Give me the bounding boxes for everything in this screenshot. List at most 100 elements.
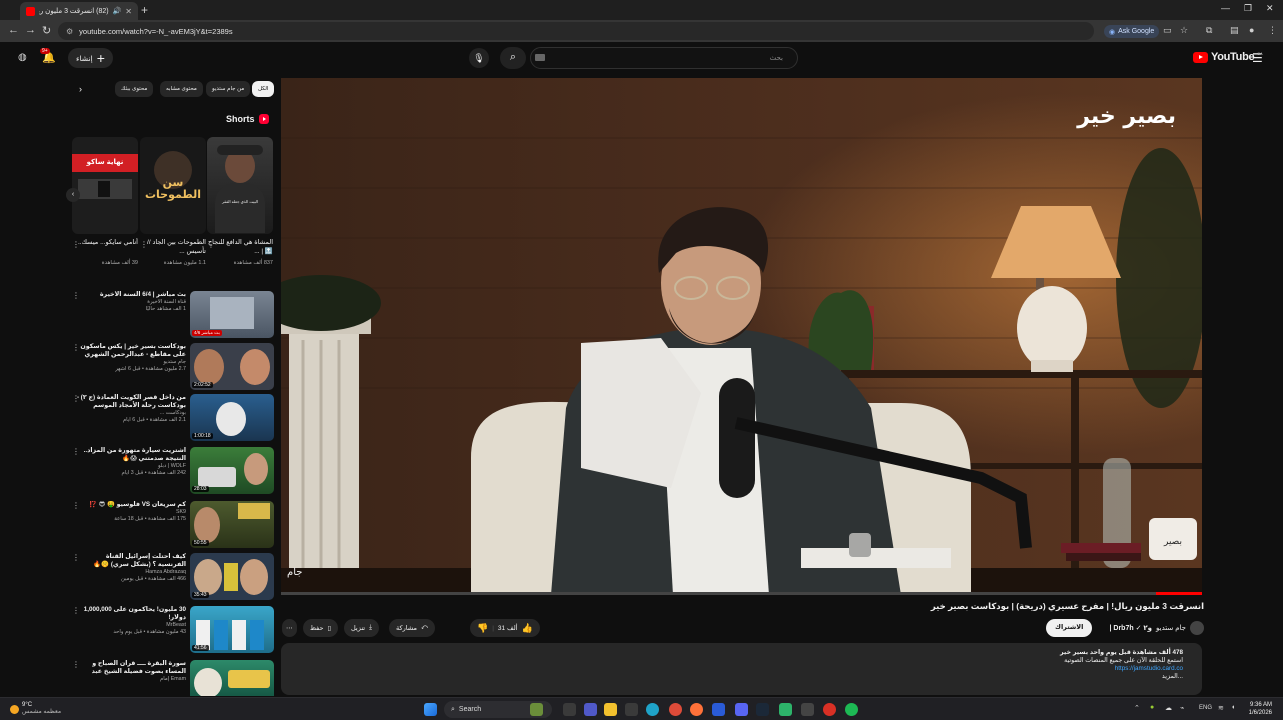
chrome-alt-icon[interactable] <box>823 703 836 716</box>
tab-close-icon[interactable]: ✕ <box>125 7 132 16</box>
site-info-icon[interactable]: ⚙ <box>66 27 73 36</box>
reload-icon[interactable]: ↻ <box>42 24 51 37</box>
recommendation-thumbnail[interactable] <box>190 660 274 696</box>
windows-start-icon[interactable] <box>424 703 437 716</box>
like-count[interactable]: 31 ألف <box>498 624 518 632</box>
forward-icon[interactable]: → <box>25 24 36 36</box>
chip-from-channel[interactable]: من جام ستديو <box>206 81 251 97</box>
tray-chevron-icon[interactable]: ⌃ <box>1134 704 1140 712</box>
store-icon[interactable] <box>625 703 638 716</box>
app-green-icon[interactable] <box>779 703 792 716</box>
channel-name[interactable]: جام ستديو <box>1156 624 1186 632</box>
short-thumbnail[interactable]: سن الطموحات <box>140 137 206 234</box>
new-tab-button[interactable]: + <box>141 3 148 17</box>
edge-icon[interactable] <box>646 703 659 716</box>
recommendation-menu-icon[interactable]: ⋮ <box>72 501 80 510</box>
recommendation-thumbnail[interactable]: 1:00:18 <box>190 394 274 441</box>
steam-icon[interactable] <box>756 703 769 716</box>
taskbar-clock[interactable]: 9:36 AM 1/6/2026 <box>1244 701 1272 717</box>
recommendation-thumbnail[interactable]: 2:02:52 <box>190 343 274 390</box>
wifi-icon[interactable]: ≋ <box>1218 704 1224 712</box>
voice-search-button[interactable]: 🎙 <box>469 48 489 68</box>
share-button[interactable]: مشاركة ⤺ <box>389 619 435 637</box>
recommendation-item[interactable]: 2:02:52 بودكاست بسير خير | يكس ماسكون عل… <box>70 343 274 393</box>
firefox-icon[interactable] <box>690 703 703 716</box>
discord-icon[interactable] <box>735 703 748 716</box>
chip-similar[interactable]: محتوى مشابه <box>160 81 203 97</box>
recommendation-item[interactable]: 35:43 كيف احتلت إسرائيل القناة الفرنسية … <box>70 553 274 603</box>
video-progress-bar[interactable] <box>281 592 1202 595</box>
profile-avatar[interactable]: ● <box>1249 25 1254 35</box>
recommendation-thumbnail[interactable]: 41:56 <box>190 606 274 653</box>
recommendation-menu-icon[interactable]: ⋮ <box>72 291 80 300</box>
spotify-icon[interactable] <box>845 703 858 716</box>
file-explorer-icon[interactable] <box>604 703 617 716</box>
create-button[interactable]: إنشاء + <box>68 48 113 68</box>
address-bar[interactable]: ⚙ youtube.com/watch?v=-N_-avEM3jY&t=2389… <box>58 22 1094 40</box>
recommendation-thumbnail[interactable]: 28:03 <box>190 447 274 494</box>
recommendation-item[interactable]: 50:55 كم سريعان VS فلوسيو 🤑 😎 ⁉️ SK9 175… <box>70 501 274 551</box>
recommendation-menu-icon[interactable]: ⋮ <box>72 606 80 615</box>
save-button[interactable]: حفظ ▯ <box>303 619 339 637</box>
short-menu-icon[interactable]: ⋮ <box>207 240 215 249</box>
task-view-icon[interactable] <box>563 703 576 716</box>
keyboard-icon[interactable] <box>535 54 545 61</box>
back-icon[interactable]: ← <box>8 24 19 36</box>
download-button[interactable]: تنزيل ⤓ <box>344 619 379 637</box>
short-menu-icon[interactable]: ⋮ <box>72 240 80 249</box>
recommendation-menu-icon[interactable]: ⋮ <box>72 447 80 456</box>
short-menu-icon[interactable]: ⋮ <box>140 240 148 249</box>
short-item[interactable]: نهاية ساكو أنامي سايكو... ميسك.. 39 ألف … <box>72 137 138 266</box>
maximize-icon[interactable]: ❐ <box>1244 3 1252 14</box>
recommendation-menu-icon[interactable]: ⋮ <box>72 343 80 352</box>
short-thumbnail[interactable]: البيت الذي جعله الفقر <box>207 137 273 234</box>
recommendation-item[interactable]: 1:00:18 من داخل قصر الكويت العمادة (ج ٢)… <box>70 394 274 444</box>
search-button[interactable]: ⌕ <box>500 47 526 69</box>
video-player[interactable]: بصير جام بصير خير <box>281 78 1202 595</box>
short-item[interactable]: سن الطموحات الطموحات بين الجاد // تأسيس … <box>140 137 206 266</box>
language-indicator[interactable]: ENG <box>1199 705 1212 711</box>
settings-gear-icon[interactable] <box>801 703 814 716</box>
dislike-icon[interactable]: 👎 <box>477 623 488 634</box>
cast-icon[interactable]: ▭ <box>1163 25 1172 36</box>
description-link[interactable]: https://jamstudio.card.co <box>281 665 1183 673</box>
recommendation-item[interactable]: 41:56 30 مليون! يحاكمون على 1,000,000 دو… <box>70 606 274 656</box>
join-button[interactable]: الاشتراك <box>1046 619 1093 637</box>
tab-audio-icon[interactable]: 🔊 <box>113 7 122 15</box>
vpn-icon[interactable] <box>712 703 725 716</box>
volume-icon[interactable]: ◖ <box>1231 704 1235 711</box>
short-thumbnail[interactable]: نهاية ساكو <box>72 137 138 234</box>
like-icon[interactable]: 👍 <box>521 623 532 634</box>
chip-for-you[interactable]: محتوى ببثك <box>115 81 154 97</box>
more-actions-button[interactable]: ⋯ <box>282 619 297 637</box>
recommendation-item[interactable]: بث مباشر 4/6 بث مباشر | 6/4 السنة الأخير… <box>70 291 274 341</box>
bookmark-star-icon[interactable]: ☆ <box>1180 25 1188 36</box>
video-description[interactable]: 478 ألف مشاهدة قبل يوم واحد بسير خير است… <box>281 643 1202 695</box>
recommendation-item[interactable]: 28:03 اشتريت سيارة متهورة من المزاد.. ال… <box>70 447 274 497</box>
description-more[interactable]: ...المزيد <box>281 673 1183 681</box>
recommendation-item[interactable]: سورة البقرة ــــ قرآن الصباح و المساء بص… <box>70 660 274 696</box>
minimize-icon[interactable]: — <box>1221 3 1230 13</box>
window-close-icon[interactable]: ✕ <box>1266 3 1274 14</box>
recommendation-menu-icon[interactable]: ⋮ <box>72 394 80 403</box>
browser-tab-active[interactable]: (82) انسرقت 3 مليون ريال! | 🔊 ✕ <box>20 2 138 20</box>
search-input[interactable]: بحث <box>530 47 798 69</box>
channel-avatar[interactable] <box>1190 621 1204 635</box>
chip-all[interactable]: الكل <box>252 81 275 97</box>
ask-google-button[interactable]: ◉ Ask Google <box>1104 25 1160 38</box>
recommendation-thumbnail[interactable]: بث مباشر 4/6 <box>190 291 274 338</box>
teams-icon[interactable] <box>584 703 597 716</box>
short-item[interactable]: البيت الذي جعله الفقر المشاة هي الدافع ل… <box>207 137 273 266</box>
chrome-icon[interactable] <box>669 703 682 716</box>
weather-widget[interactable]: 9°C معظمه مشمس <box>10 702 61 716</box>
recommendation-menu-icon[interactable]: ⋮ <box>72 660 80 669</box>
recommendation-thumbnail[interactable]: 35:43 <box>190 553 274 600</box>
browser-menu-icon[interactable]: ⋮ <box>1268 25 1277 36</box>
recommendation-thumbnail[interactable]: 50:55 <box>190 501 274 548</box>
tray-app-icon[interactable]: ● <box>1150 704 1154 711</box>
shorts-prev-icon[interactable]: ‹ <box>66 188 80 202</box>
youtube-logo[interactable]: YouTube SA <box>1193 51 1263 63</box>
extensions-icon[interactable]: ⧉ <box>1206 25 1212 36</box>
recommendation-menu-icon[interactable]: ⋮ <box>72 553 80 562</box>
chips-next-icon[interactable]: › <box>79 84 82 94</box>
